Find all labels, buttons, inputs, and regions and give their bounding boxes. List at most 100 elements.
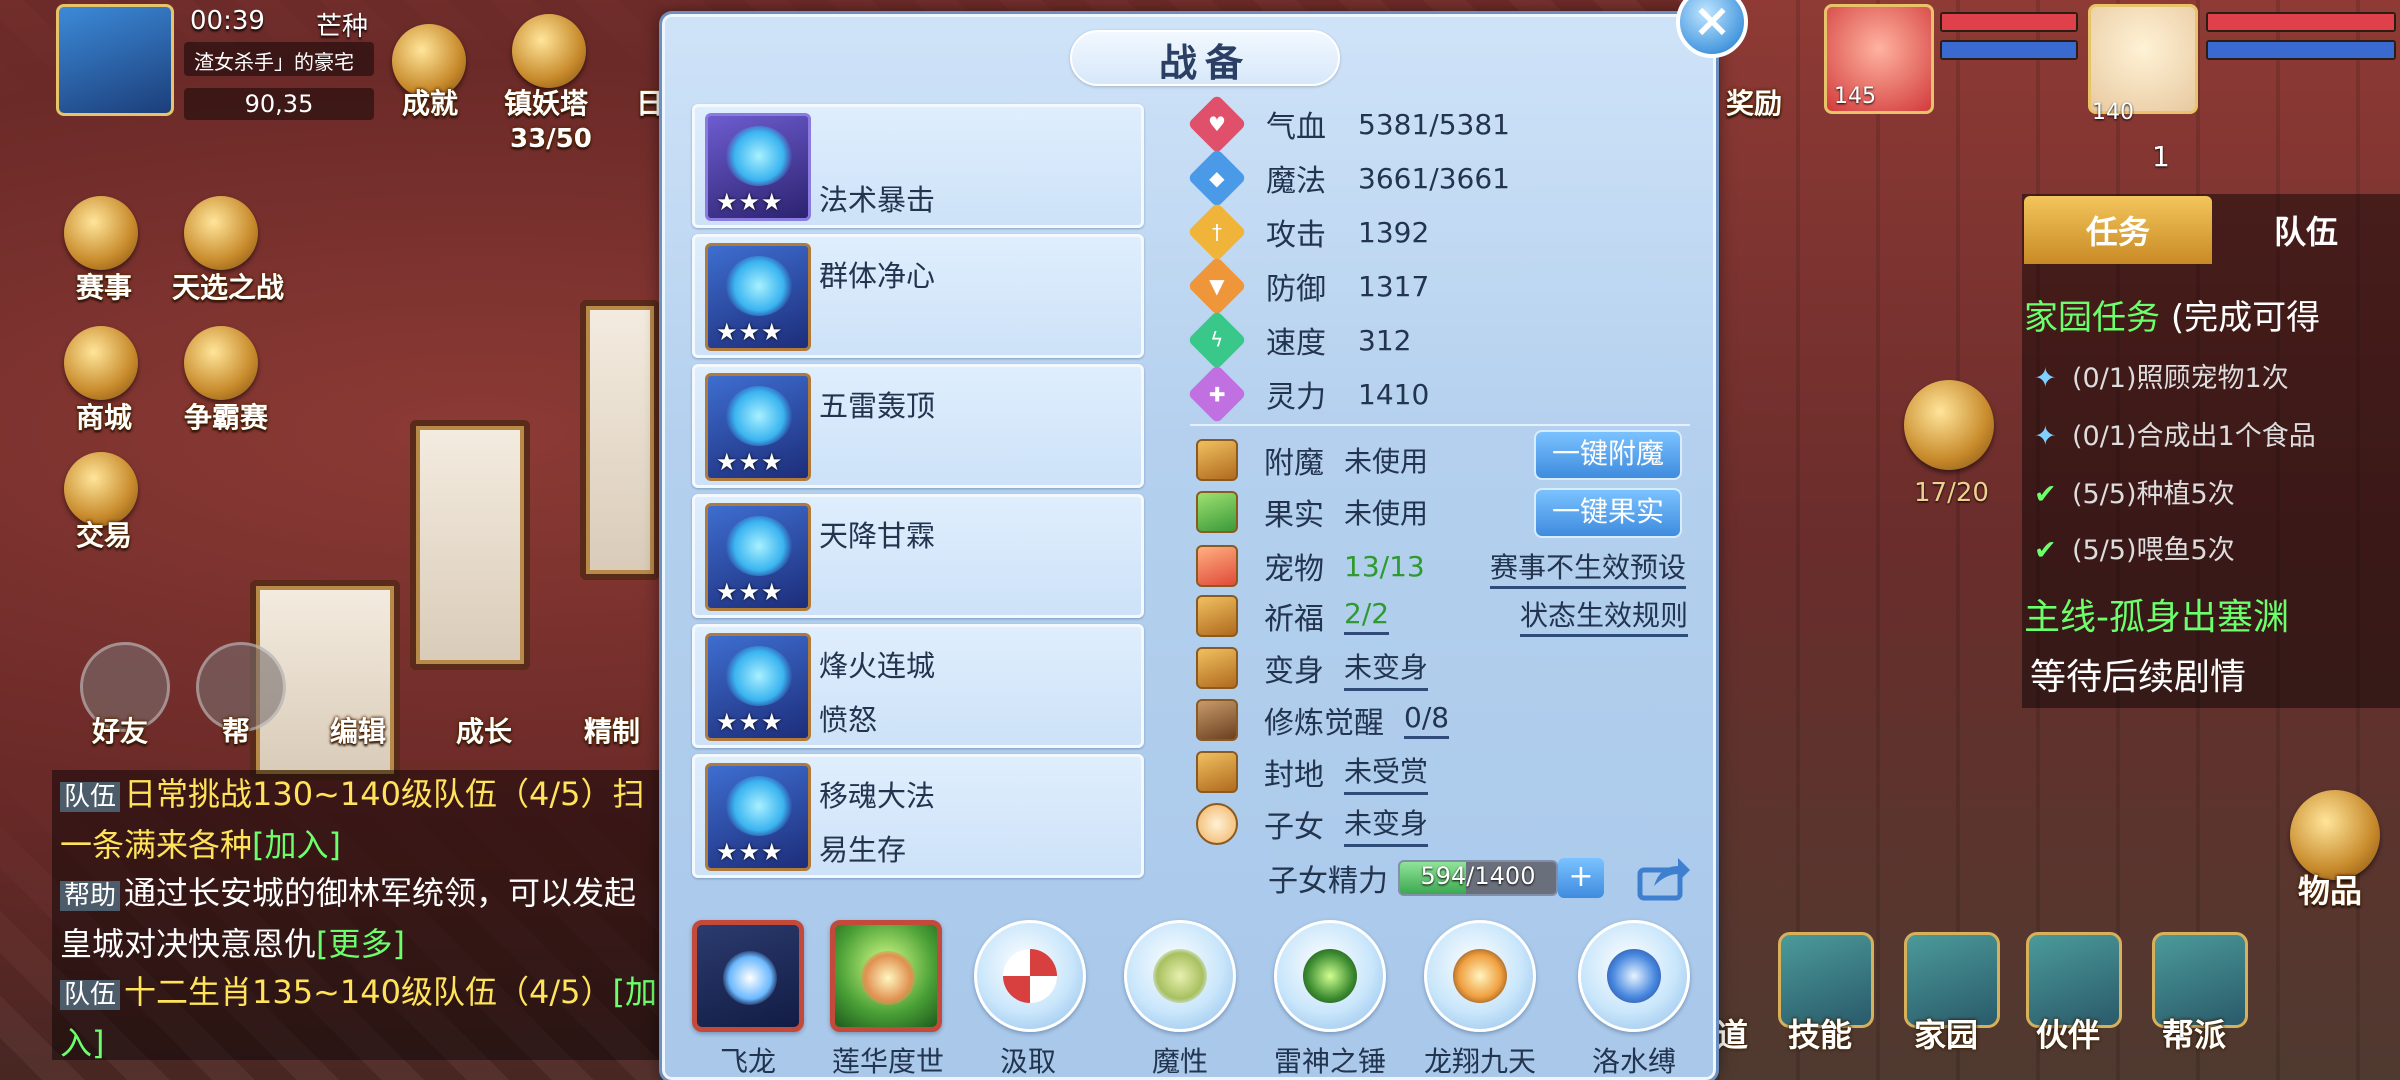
transform-icon xyxy=(1196,647,1238,689)
chat-line: 一条满来各种[加入] xyxy=(60,821,662,869)
attr-label: 果实 xyxy=(1264,498,1324,533)
join-link[interactable]: [加入] xyxy=(252,826,341,864)
task-text: (5/5)喂鱼5次 xyxy=(2072,535,2235,566)
skill-card[interactable]: ★★★ 移魂大法 易生存 xyxy=(692,754,1144,878)
beacon-fire-icon: ★★★ xyxy=(705,633,811,741)
star-rating: ★★★ xyxy=(716,578,784,606)
chick-pet-icon[interactable] xyxy=(1904,380,1994,470)
skill-card[interactable]: ★★★ 烽火连城 愤怒 xyxy=(692,624,1144,748)
shield-icon: ▼ xyxy=(1187,256,1247,316)
attr-value[interactable]: 未变身 xyxy=(1344,802,1429,847)
divider xyxy=(1190,424,1690,426)
sword-icon: † xyxy=(1187,202,1247,262)
attr-transform[interactable]: 变身 未变身 xyxy=(1196,646,1429,691)
status-rules-link[interactable]: 状态生效规则 xyxy=(1520,594,1689,637)
main-quest-title[interactable]: 主线-孤身出塞渊 xyxy=(2024,588,2289,640)
reward-label[interactable]: 奖励 xyxy=(1726,82,1782,122)
attr-label: 修炼觉醒 xyxy=(1264,706,1384,741)
achievement-label: 成就 xyxy=(402,87,459,120)
task-item[interactable]: ✦ (0/1)照顾宠物1次 xyxy=(2034,356,2289,395)
attr-cultivation[interactable]: 修炼觉醒 0/8 xyxy=(1196,698,1450,742)
stat-value: 312 xyxy=(1358,323,1412,357)
star-rating: ★★★ xyxy=(716,838,784,866)
bottom-nav-label[interactable]: 道 xyxy=(1716,1010,1748,1056)
skill-card[interactable]: ★★★ 五雷轰顶 xyxy=(692,364,1144,488)
tower-icon[interactable] xyxy=(512,14,586,88)
attr-value[interactable]: 未变身 xyxy=(1344,646,1429,691)
attr-value[interactable]: 2/2 xyxy=(1344,597,1390,635)
map-coordinates: 90,35 xyxy=(184,88,374,120)
attr-fruit: 果实 未使用 xyxy=(1196,490,1428,534)
chat-text: 皇城对决快意恩仇 xyxy=(60,925,317,963)
home-avatar[interactable] xyxy=(56,4,174,116)
chat-text: 通过长安城的御林军统领，可以发起 xyxy=(124,874,637,912)
stat-speed: ϟ 速度 312 xyxy=(1187,310,1412,370)
stat-value: 3661/3661 xyxy=(1358,161,1510,195)
friends-label: 好友 xyxy=(92,715,149,748)
join-link[interactable]: [加 xyxy=(613,973,658,1011)
skill-dragon-soar-icon[interactable] xyxy=(1424,920,1536,1032)
daily-label: 日 xyxy=(636,87,665,120)
attr-label: 宠物 xyxy=(1264,552,1324,587)
location-name: 渣女杀手」的豪宅 xyxy=(184,42,374,76)
chat-text: 一条满来各种 xyxy=(60,826,253,864)
skill-luoshui-bind-icon[interactable] xyxy=(1578,920,1690,1032)
chat-tag: 队伍 xyxy=(60,980,121,1010)
character-mp-bar xyxy=(2206,40,2396,60)
edit-label[interactable]: 编辑 xyxy=(330,710,386,750)
attr-value[interactable]: 未受赏 xyxy=(1344,750,1429,795)
task-text: (0/1)照顾宠物1次 xyxy=(2072,363,2289,394)
tab-team[interactable]: 队伍 xyxy=(2212,196,2400,264)
star-rating: ★★★ xyxy=(716,448,784,476)
skill-card[interactable]: ★★★ 天降甘霖 xyxy=(692,494,1144,618)
attr-pet[interactable]: 宠物 13/13 xyxy=(1196,544,1425,588)
items-label[interactable]: 物品 xyxy=(2298,866,2362,912)
chat-panel[interactable]: 队伍 日常挑战130~140级队伍（4/5）扫 一条满来各种[加入] 帮助 通过长安… xyxy=(52,770,662,1062)
skill-drain-icon[interactable] xyxy=(974,920,1086,1032)
one-click-enchant-button[interactable]: 一键附魔 xyxy=(1534,430,1682,480)
event-icon[interactable] xyxy=(64,196,138,270)
skill-card[interactable]: ★★★ 法术暴击 xyxy=(692,104,1144,228)
skill-flying-dragon-icon[interactable] xyxy=(692,920,804,1032)
thunder-icon: ★★★ xyxy=(705,373,811,481)
skill-card[interactable]: ★★★ 群体净心 xyxy=(692,234,1144,358)
hourglass-count: 1 xyxy=(2152,140,2170,173)
skill-demon-nature-icon[interactable] xyxy=(1124,920,1236,1032)
one-click-fruit-button[interactable]: 一键果实 xyxy=(1534,488,1682,538)
skill-lotus-icon[interactable] xyxy=(830,920,942,1032)
task-tabs: 任务 队伍 xyxy=(2024,196,2400,264)
home-task-name: 家园任务 xyxy=(2024,298,2160,338)
character-portrait[interactable] xyxy=(2088,4,2198,114)
tournament-preset-link[interactable]: 赛事不生效预设 xyxy=(1490,546,1687,589)
main-quest-desc[interactable]: 等待后续剧情 xyxy=(2030,648,2246,700)
stat-value: 1392 xyxy=(1358,215,1430,249)
attr-child[interactable]: 子女 未变身 xyxy=(1196,802,1429,847)
chat-line: 皇城对决快意恩仇[更多] xyxy=(60,920,662,968)
battle-icon[interactable] xyxy=(184,196,258,270)
task-text: (5/5)种植5次 xyxy=(2072,479,2235,510)
skill-demon-nature-label: 魔性 xyxy=(1152,1045,1209,1078)
shop-icon[interactable] xyxy=(64,326,138,400)
tower-progress: 33/50 xyxy=(510,124,592,154)
task-item[interactable]: ✔ (5/5)种植5次 xyxy=(2034,472,2235,511)
partner-label: 伙伴 xyxy=(2036,1016,2101,1054)
more-link[interactable]: [更多] xyxy=(316,925,405,963)
skill-thor-hammer-icon[interactable] xyxy=(1274,920,1386,1032)
stat-spirit: ✚ 灵力 1410 xyxy=(1187,364,1429,424)
task-item[interactable]: ✔ (5/5)喂鱼5次 xyxy=(2034,528,2235,567)
task-item[interactable]: ✦ (0/1)合成出1个食品 xyxy=(2034,414,2316,453)
home-task-title[interactable]: 家园任务 (完成可得 xyxy=(2024,290,2320,339)
refine-label[interactable]: 精制 xyxy=(584,710,640,750)
stat-value: 5381/5381 xyxy=(1358,107,1510,141)
add-energy-button[interactable]: + xyxy=(1558,858,1604,898)
growth-label[interactable]: 成长 xyxy=(456,710,512,750)
attr-value[interactable]: 0/8 xyxy=(1404,701,1450,739)
enchant-icon xyxy=(1196,439,1238,481)
guild-label: 帮 xyxy=(222,715,251,748)
cultivation-icon xyxy=(1196,699,1238,741)
share-icon[interactable] xyxy=(1636,852,1692,902)
attr-fief[interactable]: 封地 未受赏 xyxy=(1196,750,1429,795)
attr-blessing[interactable]: 祈福 2/2 xyxy=(1196,594,1390,638)
tab-tasks[interactable]: 任务 xyxy=(2024,196,2212,264)
tournament-icon[interactable] xyxy=(184,326,258,400)
